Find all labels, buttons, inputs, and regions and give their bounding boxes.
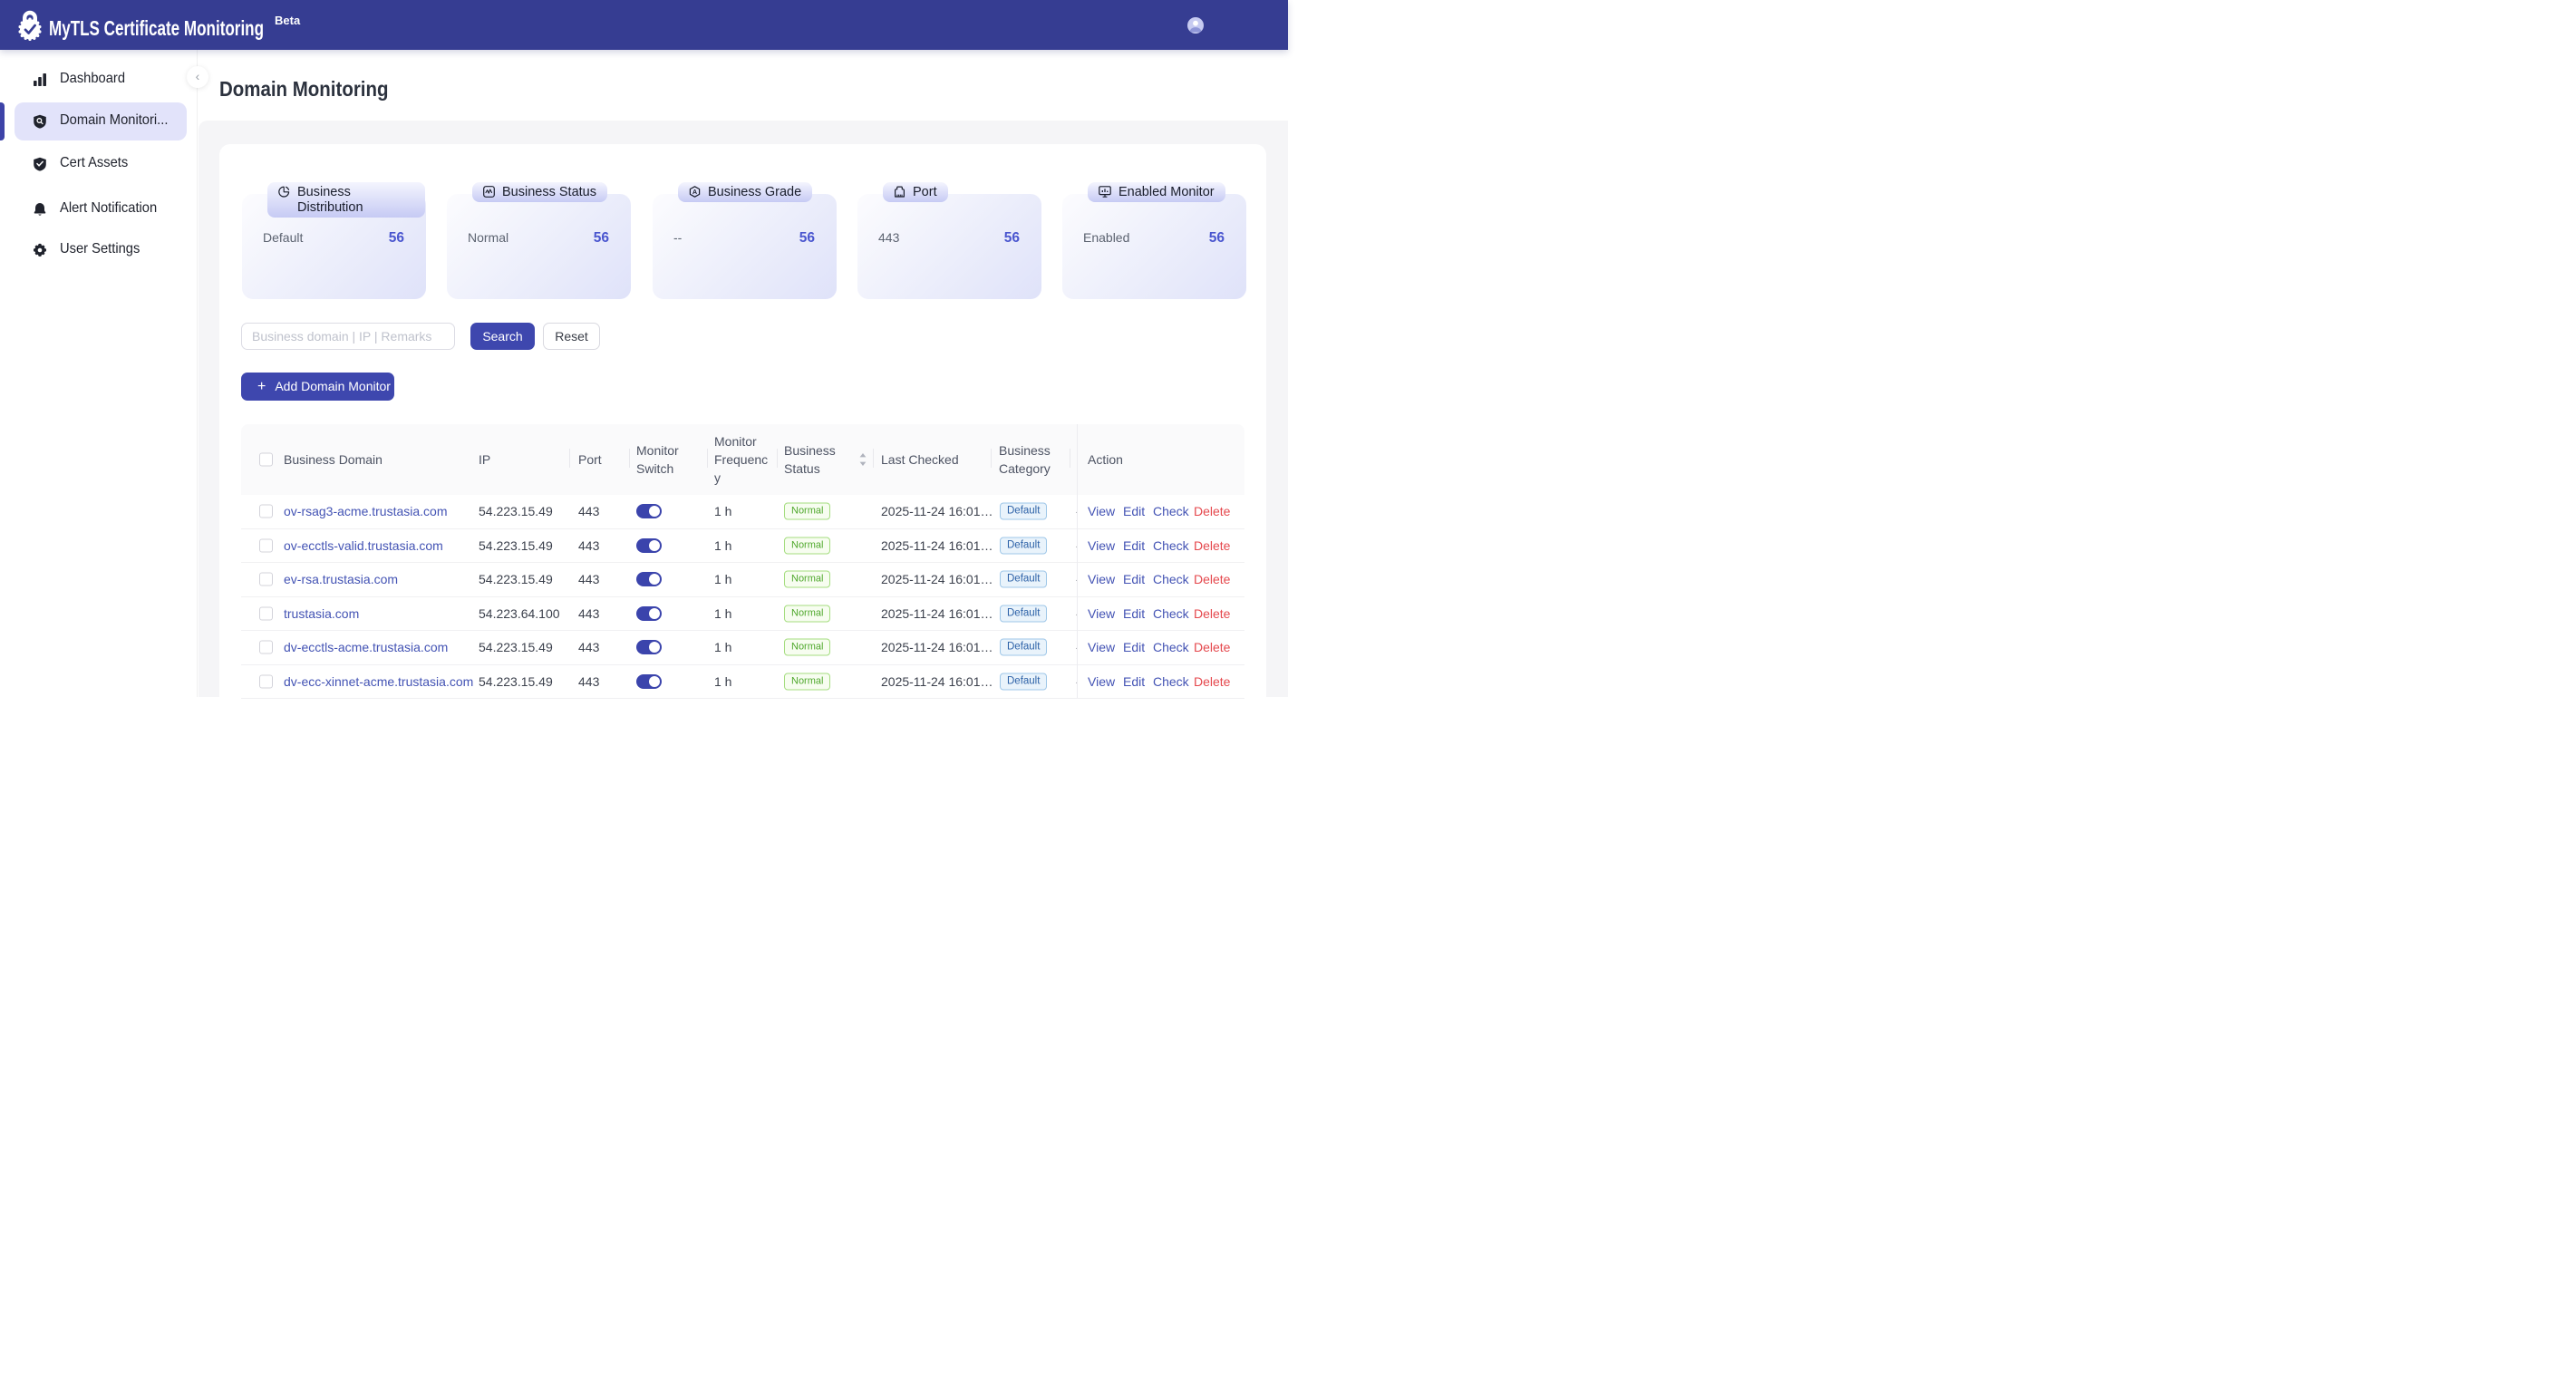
svg-text:A: A — [692, 189, 697, 196]
